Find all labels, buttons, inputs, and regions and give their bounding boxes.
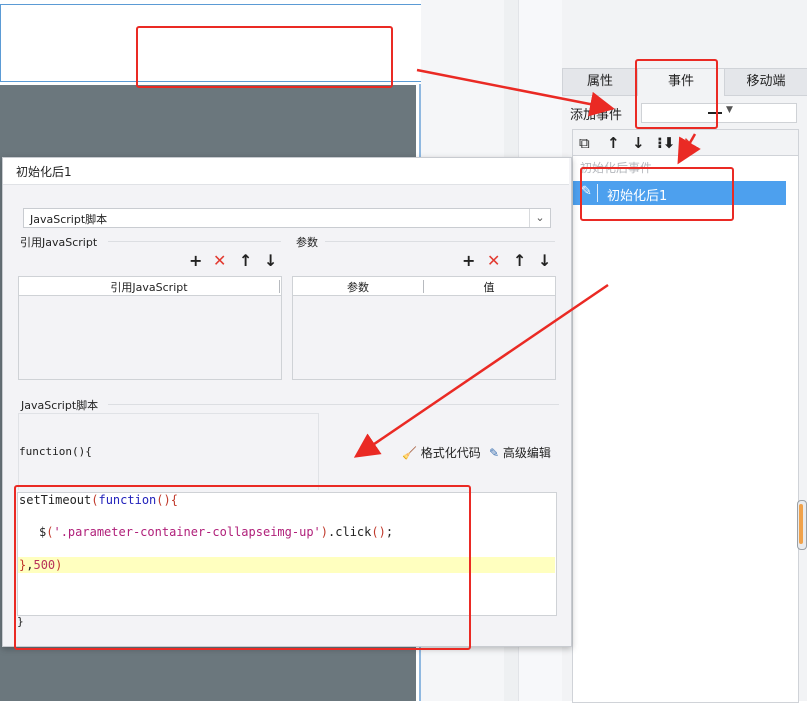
annotation-arrows	[353, 68, 701, 458]
arrow-to-code	[353, 283, 609, 458]
arrow-to-event-item	[677, 133, 701, 165]
arrow-to-add-event	[416, 68, 615, 117]
